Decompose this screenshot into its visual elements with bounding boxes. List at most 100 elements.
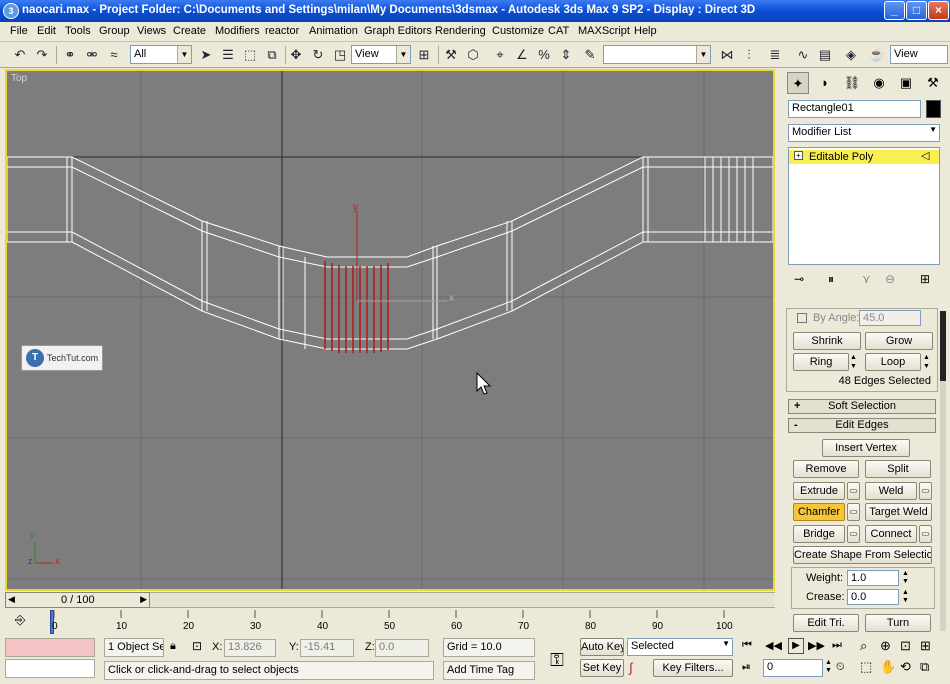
maximize-viewport-icon[interactable]: ⧉ — [920, 659, 929, 675]
connect-button[interactable]: Connect — [865, 525, 917, 543]
time-slider-next-icon[interactable]: ▶ — [140, 594, 147, 605]
create-shape-button[interactable]: Create Shape From Selection — [793, 546, 932, 564]
menu-cat[interactable]: CAT — [548, 25, 569, 37]
zoom-all-icon[interactable]: ⊕ — [880, 638, 891, 654]
auto-key-button[interactable]: Auto Key — [580, 638, 624, 656]
undo-icon[interactable]: ↶ — [10, 45, 30, 64]
ring-button[interactable]: Ring — [793, 353, 849, 371]
target-weld-button[interactable]: Target Weld — [865, 503, 932, 521]
track-bar[interactable]: ⎆ 0 10 20 30 40 50 60 70 80 90 100 — [0, 608, 775, 636]
play-icon[interactable]: ▶ — [788, 638, 804, 654]
pivot-center-icon[interactable]: ⊞ — [414, 45, 434, 64]
loop-spinner-icon[interactable]: ▲ ▼ — [923, 353, 930, 371]
move-icon[interactable]: ✥ — [286, 45, 306, 64]
motion-tab-icon[interactable]: ◉ — [868, 72, 890, 94]
go-to-start-icon[interactable]: ⏮ — [742, 639, 752, 652]
snap-toggle-icon[interactable]: ⌖ — [490, 45, 510, 64]
y-coordinate-field[interactable]: -15.41 — [300, 639, 354, 657]
menu-reactor[interactable]: reactor — [265, 25, 299, 37]
select-object-icon[interactable]: ➤ — [196, 45, 216, 64]
render-scene-icon[interactable]: ☕ — [867, 45, 887, 64]
app-icon[interactable]: 3 — [3, 3, 19, 19]
menu-rendering[interactable]: Rendering — [435, 25, 486, 37]
default-tangent-icon[interactable]: ∫ — [629, 660, 633, 675]
material-editor-icon[interactable]: ◈ — [841, 45, 861, 64]
split-button[interactable]: Split — [865, 460, 931, 478]
shrink-button[interactable]: Shrink — [793, 332, 861, 350]
bridge-settings-icon[interactable]: ▭ — [847, 525, 860, 543]
by-angle-checkbox[interactable] — [797, 313, 807, 323]
x-coordinate-field[interactable]: 13.826 — [224, 639, 276, 657]
select-manipulate-icon[interactable]: ⚒ — [441, 45, 461, 64]
window-crossing-icon[interactable]: ⧉ — [262, 45, 282, 64]
render-view-dropdown[interactable]: View — [890, 45, 948, 64]
key-mode-dropdown[interactable]: Selected ▼ — [627, 638, 733, 656]
menu-create[interactable]: Create — [173, 25, 206, 37]
time-slider[interactable]: ◀ 0 / 100 ▶ — [5, 592, 150, 608]
bind-space-warp-icon[interactable]: ≈ — [104, 45, 124, 64]
close-button[interactable]: × — [928, 1, 949, 20]
unlink-icon[interactable]: ⚮ — [82, 45, 102, 64]
named-selection-dropdown[interactable]: ▼ — [603, 45, 711, 64]
weld-settings-icon[interactable]: ▭ — [919, 482, 932, 500]
keyboard-shortcut-icon[interactable]: ⬡ — [463, 45, 483, 64]
zoom-icon[interactable]: ⌕ — [860, 638, 867, 654]
z-coordinate-field[interactable]: 0.0 — [375, 639, 429, 657]
mini-curve-editor-icon[interactable]: ⎆ — [15, 612, 25, 628]
light-bulb-icon[interactable]: ◁ — [921, 149, 929, 162]
pin-stack-icon[interactable]: ⊸ — [794, 272, 804, 286]
rectangular-selection-icon[interactable]: ⬚ — [240, 45, 260, 64]
viewport-top[interactable]: Top y x y x z T TechTut.com — [5, 69, 775, 591]
key-filters-button[interactable]: Key Filters... — [653, 659, 733, 677]
menu-modifiers[interactable]: Modifiers — [215, 25, 260, 37]
modifier-stack[interactable]: Editable Poly + ◁ — [788, 147, 940, 265]
frame-spinner-icon[interactable]: ▲ ▼ — [825, 659, 832, 675]
extrude-settings-icon[interactable]: ▭ — [847, 482, 860, 500]
select-by-name-icon[interactable]: ☰ — [218, 45, 238, 64]
panel-scrollbar-thumb[interactable] — [940, 311, 946, 381]
layer-manager-icon[interactable]: ≣ — [765, 45, 785, 64]
maxscript-input[interactable] — [5, 659, 95, 678]
crease-spinner-icon[interactable]: ▲ ▼ — [902, 589, 909, 605]
set-key-icon[interactable]: ⚿ — [540, 646, 574, 674]
expand-icon[interactable]: + — [794, 151, 803, 160]
mirror-icon[interactable]: ⋈ — [717, 45, 737, 64]
selection-filter-dropdown[interactable]: All ▼ — [130, 45, 192, 64]
menu-tools[interactable]: Tools — [65, 25, 91, 37]
stack-item-editable-poly[interactable]: Editable Poly — [789, 150, 939, 164]
region-zoom-icon[interactable]: ⬚ — [860, 659, 872, 675]
set-key-button[interactable]: Set Key — [580, 659, 624, 677]
scale-icon[interactable]: ◳ — [330, 45, 350, 64]
soft-selection-rollout[interactable]: + Soft Selection — [788, 399, 936, 414]
zoom-extents-all-icon[interactable]: ⊞ — [920, 638, 931, 654]
modifier-list-dropdown[interactable]: Modifier List ▼ — [788, 124, 940, 142]
align-icon[interactable]: ⫶ — [739, 45, 759, 64]
go-to-end-icon[interactable]: ⏭ — [832, 639, 842, 652]
previous-frame-icon[interactable]: ◀◀ — [765, 639, 782, 652]
menu-edit[interactable]: Edit — [37, 25, 56, 37]
menu-group[interactable]: Group — [99, 25, 130, 37]
display-tab-icon[interactable]: ▣ — [895, 72, 917, 94]
edit-named-selections-icon[interactable]: ✎ — [580, 45, 600, 64]
pan-icon[interactable]: ✋ — [880, 659, 896, 675]
loop-button[interactable]: Loop — [865, 353, 921, 371]
add-time-tag[interactable]: Add Time Tag — [443, 661, 535, 680]
lock-selection-icon[interactable]: 🔒︎ — [170, 640, 176, 653]
menu-maxscript[interactable]: MAXScript — [578, 25, 630, 37]
create-tab-icon[interactable]: ✦ — [787, 72, 809, 94]
weld-button[interactable]: Weld — [865, 482, 917, 500]
utilities-tab-icon[interactable]: ⚒ — [922, 72, 944, 94]
percent-snap-icon[interactable]: % — [534, 45, 554, 64]
menu-help[interactable]: Help — [634, 25, 657, 37]
modify-tab-icon[interactable]: ◗ — [814, 72, 836, 94]
absolute-mode-icon[interactable]: ⊡ — [192, 639, 202, 653]
crease-field[interactable]: 0.0 — [847, 589, 899, 605]
remove-modifier-icon[interactable]: ⊖ — [885, 272, 895, 286]
panel-scrollbar[interactable] — [940, 311, 946, 631]
grow-button[interactable]: Grow — [865, 332, 933, 350]
object-color-swatch[interactable] — [926, 100, 941, 118]
reference-coord-dropdown[interactable]: View ▼ — [351, 45, 411, 64]
minimize-button[interactable]: _ — [884, 1, 905, 20]
arc-rotate-icon[interactable]: ⟲ — [900, 659, 911, 675]
chamfer-settings-icon[interactable]: ▭ — [847, 503, 860, 521]
